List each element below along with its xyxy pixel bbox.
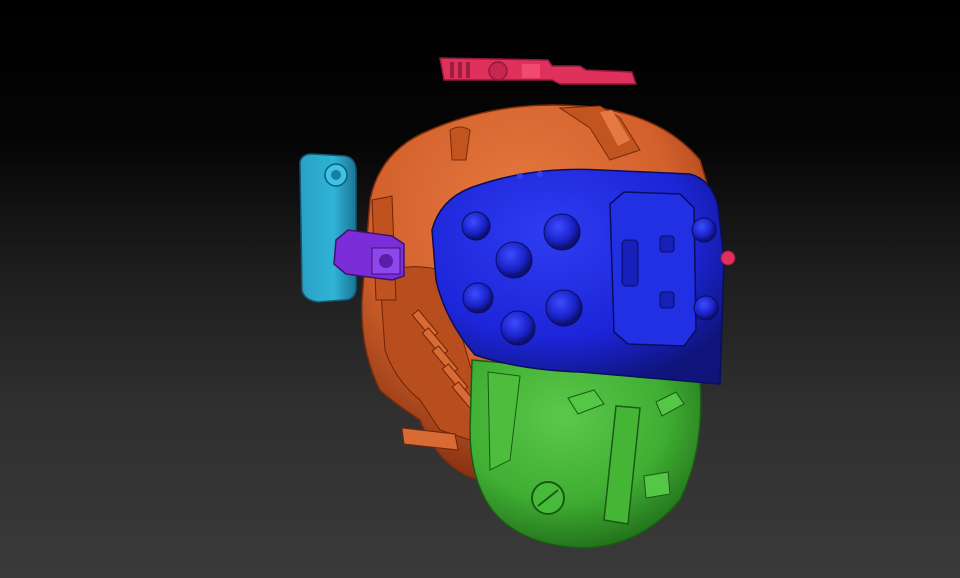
pink-side-stud — [720, 250, 736, 266]
purple-side-block — [333, 229, 405, 281]
sculpt-viewport[interactable] — [0, 0, 960, 578]
face-plate — [469, 359, 702, 549]
helmet-render — [299, 57, 736, 549]
visor — [431, 168, 725, 385]
antenna-part — [439, 57, 638, 85]
cyan-side-module — [299, 153, 357, 303]
